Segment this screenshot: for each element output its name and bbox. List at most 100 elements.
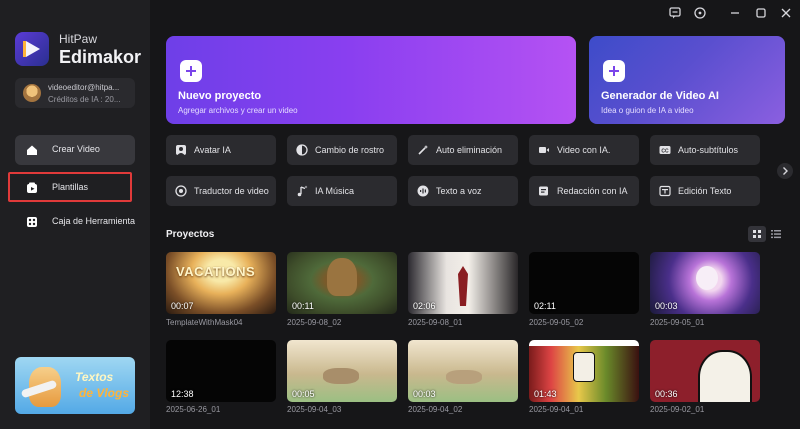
tool-label: Video con IA. — [557, 145, 611, 155]
tool-text-editing[interactable]: Edición Texto — [650, 176, 760, 206]
tool-auto-remove[interactable]: Auto eliminación — [408, 135, 518, 165]
tool-label: Texto a voz — [436, 186, 482, 196]
thumbnail-character — [698, 350, 752, 402]
ai-video-generator-card[interactable]: Generador de Video AI Idea o guion de IA… — [589, 36, 785, 124]
scroll-right-button[interactable] — [777, 163, 793, 179]
project-duration: 02:11 — [534, 301, 556, 311]
brand-company: HitPaw — [59, 32, 98, 46]
project-duration: 01:43 — [534, 389, 557, 399]
tool-ai-music[interactable]: IA Música — [287, 176, 397, 206]
account-email: videoeditor@hitpa... — [48, 83, 120, 92]
project-thumbnail[interactable]: 00:03 — [408, 340, 518, 402]
thumbnail-title: VACATIONS — [176, 264, 256, 279]
project-duration: 00:05 — [292, 389, 315, 399]
thumbnail-cat — [323, 368, 359, 384]
promo-title-line1: Textos — [75, 370, 114, 384]
thumbnail-cat — [446, 370, 482, 384]
thumbnail-sign — [529, 340, 639, 346]
translate-icon — [175, 185, 187, 197]
template-icon — [27, 182, 37, 193]
cc-icon: CC — [659, 146, 671, 154]
home-icon — [27, 145, 37, 155]
project-name: 2025-09-02_01 — [650, 405, 705, 414]
project-thumbnail[interactable]: 00:11 — [287, 252, 397, 314]
project-name: 2025-06-26_01 — [166, 405, 221, 414]
project-duration: 00:03 — [413, 389, 436, 399]
tool-video-translator[interactable]: Traductor de video — [166, 176, 276, 206]
vlog-text-promo-banner[interactable]: Textos de Vlogs — [15, 357, 135, 414]
project-name: 2025-09-04_02 — [408, 405, 463, 414]
svg-text:CC: CC — [661, 148, 669, 154]
project-thumbnail[interactable]: 01:43 — [529, 340, 639, 402]
project-duration: 00:07 — [171, 301, 194, 311]
project-name: TemplateWithMask04 — [166, 318, 243, 327]
project-name: 2025-09-05_01 — [650, 318, 705, 327]
face-swap-icon — [296, 144, 308, 156]
project-name: 2025-09-08_02 — [287, 318, 342, 327]
avatar — [23, 84, 41, 102]
sidebar-item-label: Caja de Herramienta — [52, 216, 136, 226]
edimakor-logo-icon — [15, 32, 49, 66]
tool-auto-subtitles[interactable]: CC Auto-subtítulos — [650, 135, 760, 165]
new-project-card[interactable]: Nuevo proyecto Agregar archivos y crear … — [166, 36, 576, 124]
magic-wand-icon — [418, 145, 428, 155]
tool-label: Avatar IA — [194, 145, 231, 155]
tool-label: Cambio de rostro — [315, 145, 385, 155]
list-view-icon[interactable] — [770, 228, 782, 240]
project-name: 2025-09-05_02 — [529, 318, 584, 327]
tool-avatar-ia[interactable]: Avatar IA — [166, 135, 276, 165]
maximize-icon[interactable] — [754, 6, 768, 20]
toolbox-icon — [27, 217, 37, 227]
write-icon — [539, 186, 548, 196]
thumbnail-character — [573, 352, 595, 382]
tool-label: Edición Texto — [678, 186, 732, 196]
project-thumbnail[interactable]: 00:36 — [650, 340, 760, 402]
tool-video-ai[interactable]: Video con IA. — [529, 135, 639, 165]
project-duration: 12:38 — [171, 389, 194, 399]
avatar-icon — [176, 145, 186, 155]
tool-label: Redacción con IA — [557, 186, 628, 196]
feedback-icon[interactable] — [668, 6, 682, 20]
brand-name: Edimakor — [59, 47, 142, 67]
project-thumbnail[interactable]: 12:38 — [166, 340, 276, 402]
thumbnail-tie — [458, 266, 468, 306]
ai-credits: Créditos de IA : 20... — [48, 95, 121, 104]
sidebar-item-toolbox[interactable]: Caja de Herramienta — [15, 207, 135, 237]
minimize-icon[interactable] — [728, 6, 742, 20]
project-duration: 00:36 — [655, 389, 678, 399]
new-project-subtitle: Agregar archivos y crear un video — [178, 106, 298, 115]
sidebar-item-create-video[interactable]: Crear Video — [15, 135, 135, 165]
info-icon[interactable] — [693, 6, 707, 20]
grid-view-icon — [753, 230, 761, 238]
chevron-right-icon — [783, 167, 788, 175]
voice-icon — [417, 185, 429, 197]
tool-label: IA Música — [315, 186, 355, 196]
sidebar-item-label: Plantillas — [52, 182, 89, 192]
account-panel[interactable]: videoeditor@hitpa... Créditos de IA : 20… — [15, 78, 135, 108]
grid-view-toggle[interactable] — [748, 226, 766, 242]
music-icon — [297, 185, 308, 197]
tool-ai-writing[interactable]: Redacción con IA — [529, 176, 639, 206]
project-duration: 02:06 — [413, 301, 436, 311]
sidebar-item-templates[interactable]: Plantillas — [8, 172, 132, 202]
plus-icon — [180, 60, 202, 82]
project-duration: 00:11 — [292, 301, 314, 311]
text-edit-icon — [659, 185, 671, 197]
ai-generator-subtitle: Idea o guion de IA a video — [601, 106, 694, 115]
project-thumbnail[interactable]: 02:06 — [408, 252, 518, 314]
tool-face-swap[interactable]: Cambio de rostro — [287, 135, 397, 165]
project-name: 2025-09-04_01 — [529, 405, 584, 414]
project-thumbnail[interactable]: VACATIONS 00:07 — [166, 252, 276, 314]
thumbnail-figure — [327, 258, 357, 296]
project-name: 2025-09-08_01 — [408, 318, 463, 327]
project-thumbnail[interactable]: 02:11 — [529, 252, 639, 314]
project-thumbnail[interactable]: 00:05 — [287, 340, 397, 402]
tool-text-to-speech[interactable]: Texto a voz — [408, 176, 518, 206]
ai-generator-title: Generador de Video AI — [601, 90, 719, 102]
video-ai-icon — [539, 147, 549, 153]
sidebar: HitPaw Edimakor videoeditor@hitpa... Cré… — [0, 0, 150, 429]
project-thumbnail[interactable]: 00:03 — [650, 252, 760, 314]
projects-heading: Proyectos — [166, 229, 215, 240]
project-name: 2025-09-04_03 — [287, 405, 342, 414]
close-icon[interactable] — [779, 6, 793, 20]
